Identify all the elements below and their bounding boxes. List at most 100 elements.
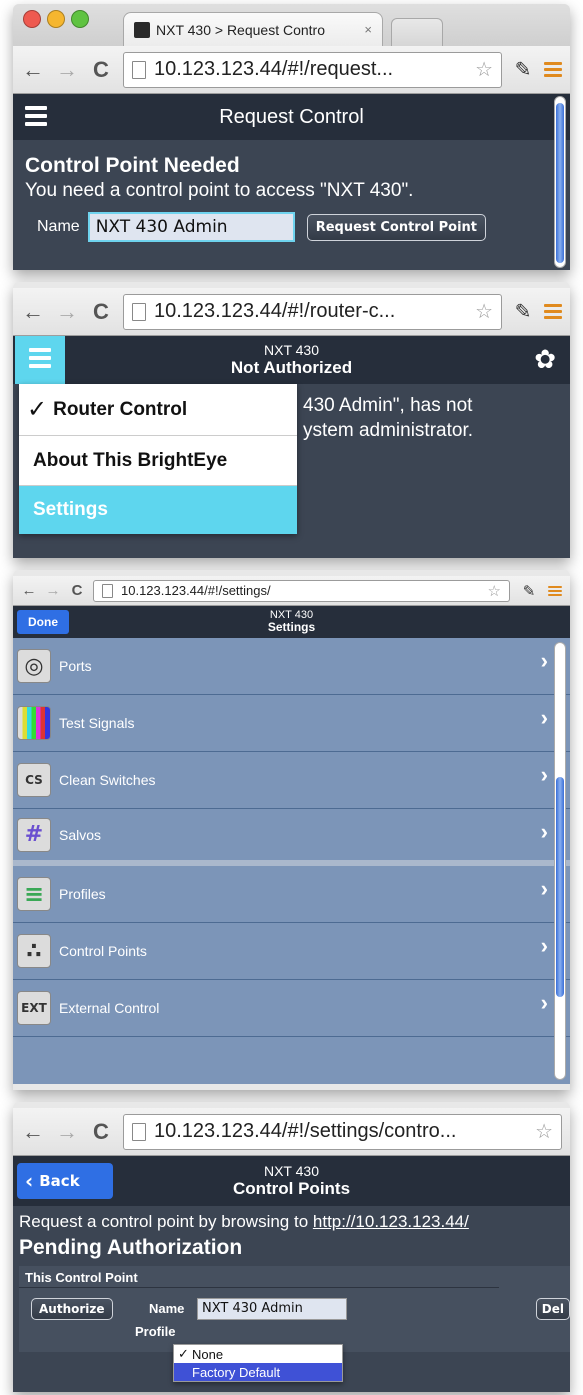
reload-icon[interactable]: C [89, 1119, 113, 1145]
page-title: Settings [267, 620, 316, 635]
close-window-button[interactable] [23, 10, 41, 28]
url-text: 10.123.123.44/#!/request... [154, 58, 394, 80]
chevron-left-icon: ‹ [25, 1169, 34, 1193]
settings-row-external-control[interactable]: EXT External Control › [13, 980, 570, 1037]
name-label: Name [149, 1301, 185, 1316]
address-bar[interactable]: 10.123.123.44/#!/settings/ ☆ [93, 579, 510, 602]
page-icon [132, 302, 146, 321]
ports-icon: ◎ [17, 649, 51, 683]
menu-item-settings[interactable]: Settings [19, 486, 297, 534]
profile-option-factory-default[interactable]: Factory Default [174, 1363, 342, 1381]
scrollbar[interactable] [554, 642, 566, 1080]
scrollbar[interactable] [554, 96, 566, 268]
back-button-label: Back [39, 1172, 80, 1190]
page-icon [132, 1122, 146, 1141]
app-view: Request Control Control Point Needed You… [13, 94, 570, 270]
menu-item-label: About This BrightEye [33, 449, 228, 471]
back-button[interactable]: ‹ Back [17, 1163, 113, 1199]
reload-icon[interactable]: C [89, 57, 113, 83]
control-needed-heading: Control Point Needed [25, 154, 240, 177]
name-field[interactable]: NXT 430 Admin [87, 212, 295, 242]
control-needed-message: You need a control point to access "NXT … [25, 180, 414, 201]
request-control-point-button[interactable]: Request Control Point [306, 213, 487, 241]
settings-row-label: External Control [59, 1000, 160, 1016]
menu-item-router-control[interactable]: ✓ Router Control [19, 384, 297, 436]
reload-icon[interactable]: C [69, 582, 85, 599]
browser-toolbar: ← → C 10.123.123.44/#!/settings/contro..… [13, 1108, 570, 1156]
menu-item-about[interactable]: About This BrightEye [19, 436, 297, 486]
name-field[interactable]: NXT 430 Admin [197, 1298, 347, 1320]
address-bar[interactable]: 10.123.123.44/#!/request... ☆ [123, 51, 502, 88]
forward-icon[interactable]: → [55, 57, 79, 83]
settings-row-control-points[interactable]: ∴ Control Points › [13, 923, 570, 980]
control-points-icon: ∴ [17, 934, 51, 968]
scrollbar-thumb[interactable] [556, 103, 564, 263]
bookmark-star-icon[interactable]: ☆ [475, 299, 493, 324]
profiles-icon: ≡ [17, 877, 51, 911]
page-icon [132, 60, 146, 79]
bookmark-star-icon[interactable]: ☆ [488, 582, 501, 600]
minimize-window-button[interactable] [47, 10, 65, 28]
forward-icon[interactable]: → [45, 582, 61, 599]
app-header: NXT 430 Not Authorized ✿ [13, 336, 570, 384]
done-button[interactable]: Done [17, 610, 69, 634]
browser-tab[interactable]: NXT 430 > Request Contro × [123, 12, 383, 46]
settings-row-clean-switches[interactable]: CS Clean Switches › [13, 752, 570, 809]
settings-row-label: Profiles [59, 886, 106, 902]
profile-option-none[interactable]: ✓ None [174, 1345, 342, 1363]
gear-icon[interactable]: ✿ [534, 344, 556, 375]
new-tab-button[interactable] [391, 18, 443, 46]
address-bar[interactable]: 10.123.123.44/#!/router-c... ☆ [123, 293, 502, 330]
header-subtitle: NXT 430 Not Authorized [231, 342, 352, 378]
settings-row-test-signals[interactable]: Test Signals › [13, 695, 570, 752]
nav-dropdown-menu: ✓ Router Control About This BrightEye Se… [19, 384, 297, 534]
url-text: 10.123.123.44/#!/settings/contro... [154, 1120, 457, 1142]
zoom-window-button[interactable] [71, 10, 89, 28]
chevron-right-icon: › [540, 819, 548, 844]
chrome-menu-icon[interactable] [544, 62, 562, 77]
page-title: Request Control [219, 105, 364, 128]
screenshot-request-control: NXT 430 > Request Contro × ← → C 10.123.… [13, 4, 570, 270]
delete-button[interactable]: Del [535, 1298, 570, 1320]
chrome-menu-icon[interactable] [544, 304, 562, 319]
wrench-icon[interactable]: ✎ [512, 299, 534, 324]
hamburger-menu-icon[interactable] [29, 348, 51, 368]
settings-row-label: Ports [59, 658, 92, 674]
back-icon[interactable]: ← [21, 299, 45, 325]
app-view: Done NXT 430 Settings ◎ Ports › Test Sig… [13, 606, 570, 1084]
authorize-button[interactable]: Authorize [31, 1298, 113, 1320]
device-name: NXT 430 [264, 342, 319, 359]
name-label: Name [37, 218, 80, 235]
request-info: Request a control point by browsing to h… [13, 1206, 570, 1232]
back-icon[interactable]: ← [21, 57, 45, 83]
chrome-menu-icon[interactable] [548, 585, 562, 596]
request-text: Request a control point by browsing to [19, 1212, 313, 1231]
url-text: 10.123.123.44/#!/settings/ [121, 583, 271, 598]
device-name: NXT 430 [263, 1163, 319, 1180]
header-subtitle: NXT 430 Settings [268, 609, 315, 635]
bookmark-star-icon[interactable]: ☆ [535, 1119, 553, 1144]
wrench-icon[interactable]: ✎ [518, 582, 540, 600]
wrench-icon[interactable]: ✎ [512, 57, 534, 82]
forward-icon[interactable]: → [55, 1119, 79, 1145]
settings-row-salvos[interactable]: # Salvos › [13, 809, 570, 866]
profile-dropdown[interactable]: ✓ None Factory Default [173, 1344, 343, 1382]
screenshot-router-control: ← → C 10.123.123.44/#!/router-c... ☆ ✎ N… [13, 282, 570, 558]
back-icon[interactable]: ← [21, 1119, 45, 1145]
request-link[interactable]: http://10.123.123.44/ [313, 1212, 469, 1231]
profile-label: Profile [135, 1324, 176, 1339]
reload-icon[interactable]: C [89, 299, 113, 325]
hamburger-menu-icon[interactable] [25, 106, 47, 126]
external-control-icon: EXT [17, 991, 51, 1025]
back-icon[interactable]: ← [21, 582, 37, 599]
tab-close-icon[interactable]: × [364, 22, 372, 37]
bookmark-star-icon[interactable]: ☆ [475, 57, 493, 82]
test-signals-icon [17, 706, 51, 740]
settings-row-profiles[interactable]: ≡ Profiles › [13, 866, 570, 923]
settings-row-ports[interactable]: ◎ Ports › [13, 638, 570, 695]
app-header: Request Control [13, 94, 570, 140]
clean-switches-icon: CS [17, 763, 51, 797]
address-bar[interactable]: 10.123.123.44/#!/settings/contro... ☆ [123, 1113, 562, 1150]
scrollbar-thumb[interactable] [556, 777, 564, 997]
forward-icon[interactable]: → [55, 299, 79, 325]
